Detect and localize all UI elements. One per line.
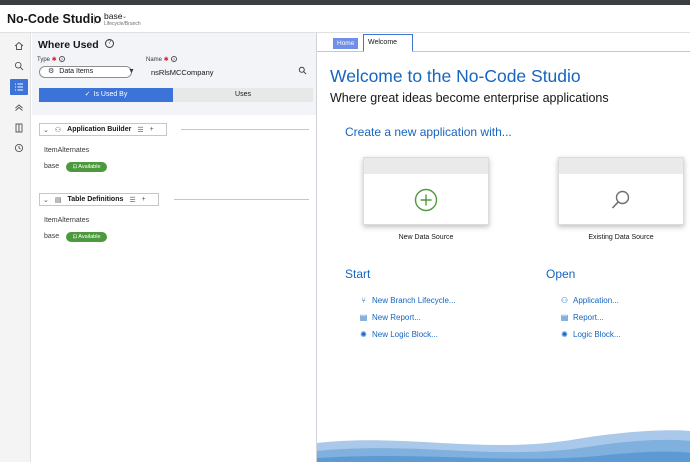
- group-divider: [181, 129, 309, 130]
- card-label: Existing Data Source: [588, 234, 654, 241]
- page-subtitle: Where great ideas become enterprise appl…: [330, 91, 609, 105]
- list-view-icon[interactable]: ☰: [137, 126, 143, 134]
- status-text: Available: [78, 234, 101, 240]
- card-band: [559, 158, 683, 174]
- tab-home[interactable]: Home: [333, 38, 359, 49]
- data-item-icon: ⚙: [48, 68, 55, 75]
- new-logic-block-link[interactable]: ✺ New Logic Block...: [359, 330, 438, 339]
- group-title: Application Builder: [67, 126, 132, 133]
- name-label-text: Name: [146, 57, 163, 63]
- item-branch: base: [44, 233, 60, 240]
- plus-circle-icon: [364, 174, 488, 226]
- list-view-icon[interactable]: ☰: [129, 196, 135, 204]
- link-label: New Report...: [372, 313, 421, 322]
- left-nav-rail: [0, 33, 31, 462]
- link-label: New Branch Lifecycle...: [372, 296, 456, 305]
- book-icon[interactable]: [10, 120, 28, 136]
- is-used-by-toggle[interactable]: ✓ Is Used By: [39, 88, 173, 102]
- document-icon: ▤: [359, 313, 368, 322]
- status-badge: ⊡ Available: [66, 232, 107, 242]
- group-title: Table Definitions: [67, 196, 124, 203]
- help-icon[interactable]: ?: [105, 39, 114, 48]
- link-label: Logic Block...: [573, 330, 621, 339]
- logic-icon: ✺: [360, 330, 367, 339]
- branch-selector[interactable]: base: [104, 11, 122, 21]
- status-text: Available: [78, 164, 101, 170]
- is-used-by-label: Is Used By: [93, 91, 128, 98]
- required-icon: ✱: [50, 57, 57, 63]
- page-title: Welcome to the No-Code Studio: [330, 66, 581, 86]
- new-branch-lifecycle-link[interactable]: ⑂ New Branch Lifecycle...: [359, 296, 456, 305]
- branch-icon: ⑂: [361, 296, 366, 305]
- group-header[interactable]: ⌄ ⚇ Application Builder ☰ +: [39, 123, 167, 136]
- type-label-text: Type: [37, 57, 51, 63]
- magnifier-icon: [559, 174, 683, 226]
- group-divider: [174, 199, 309, 200]
- link-label: Application...: [573, 296, 619, 305]
- open-report-link[interactable]: ▤ Report...: [560, 313, 604, 322]
- open-heading: Open: [546, 267, 576, 281]
- existing-data-source-card[interactable]: [558, 157, 684, 225]
- open-logic-block-link[interactable]: ✺ Logic Block...: [560, 330, 621, 339]
- app-header: No-Code Studio | base ⌄ Lifecycle/Branch: [0, 5, 690, 33]
- new-report-link[interactable]: ▤ New Report...: [359, 313, 421, 322]
- welcome-page: Welcome to the No-Code Studio Where grea…: [317, 53, 690, 462]
- home-icon[interactable]: [10, 38, 28, 54]
- header-separator: |: [93, 14, 96, 25]
- card-band: [364, 158, 488, 174]
- type-value: Data Items: [59, 68, 94, 75]
- chevron-down-icon[interactable]: ⌄: [43, 126, 49, 134]
- list-item[interactable]: ItemAlternates: [44, 217, 89, 224]
- create-heading: Create a new application with...: [345, 125, 512, 139]
- where-used-panel: Where Used ? Type ✱? Name ✱? ⚙ Data Items…: [32, 33, 316, 462]
- start-heading: Start: [345, 267, 371, 281]
- add-icon[interactable]: +: [142, 196, 146, 203]
- link-label: Report...: [573, 313, 604, 322]
- uses-toggle[interactable]: Uses: [173, 88, 313, 102]
- person-icon: ⚇: [560, 296, 569, 305]
- person-icon: ⚇: [54, 126, 62, 134]
- history-icon[interactable]: [10, 140, 28, 156]
- chevron-down-icon[interactable]: ⌄: [122, 13, 127, 20]
- new-data-source-card[interactable]: [363, 157, 489, 225]
- help-icon[interactable]: ?: [58, 56, 65, 63]
- type-label: Type ✱?: [37, 56, 65, 63]
- card-label: New Data Source: [398, 234, 454, 241]
- editor-tabs: Home Welcome: [317, 33, 690, 52]
- table-icon: ▤: [54, 196, 62, 204]
- tab-welcome[interactable]: Welcome: [363, 34, 413, 52]
- item-branch: base: [44, 163, 60, 170]
- required-icon: ✱: [162, 57, 169, 63]
- document-icon: ▤: [560, 313, 569, 322]
- where-used-list-icon[interactable]: [10, 79, 28, 95]
- link-label: New Logic Block...: [372, 330, 438, 339]
- group-header[interactable]: ⌄ ▤ Table Definitions ☰ +: [39, 193, 159, 206]
- list-item[interactable]: ItemAlternates: [44, 147, 89, 154]
- panel-title: Where Used: [38, 39, 99, 51]
- search-icon[interactable]: [10, 58, 28, 74]
- status-badge: ⊡ Available: [66, 162, 107, 172]
- chevron-down-icon[interactable]: ⌄: [43, 196, 49, 204]
- help-icon[interactable]: ?: [170, 56, 177, 63]
- pipeline-icon[interactable]: [10, 99, 28, 115]
- chevron-down-icon[interactable]: ▼: [128, 68, 135, 75]
- direction-toggle: ✓ Is Used By Uses: [39, 88, 313, 102]
- add-icon[interactable]: +: [150, 126, 154, 133]
- name-label: Name ✱?: [146, 56, 177, 63]
- app-title: No-Code Studio: [7, 12, 102, 26]
- where-used-header: Where Used ? Type ✱? Name ✱? ⚙ Data Items…: [32, 33, 316, 115]
- open-application-link[interactable]: ⚇ Application...: [560, 296, 619, 305]
- type-dropdown[interactable]: ⚙ Data Items: [39, 66, 132, 78]
- logic-icon: ✺: [561, 330, 568, 339]
- checkmark-icon: ✓: [84, 91, 91, 98]
- search-icon[interactable]: [298, 66, 307, 77]
- branch-sublabel: Lifecycle/Branch: [104, 21, 141, 27]
- name-field[interactable]: nsRlsMCCompany: [151, 68, 214, 77]
- decorative-wave: [317, 430, 690, 462]
